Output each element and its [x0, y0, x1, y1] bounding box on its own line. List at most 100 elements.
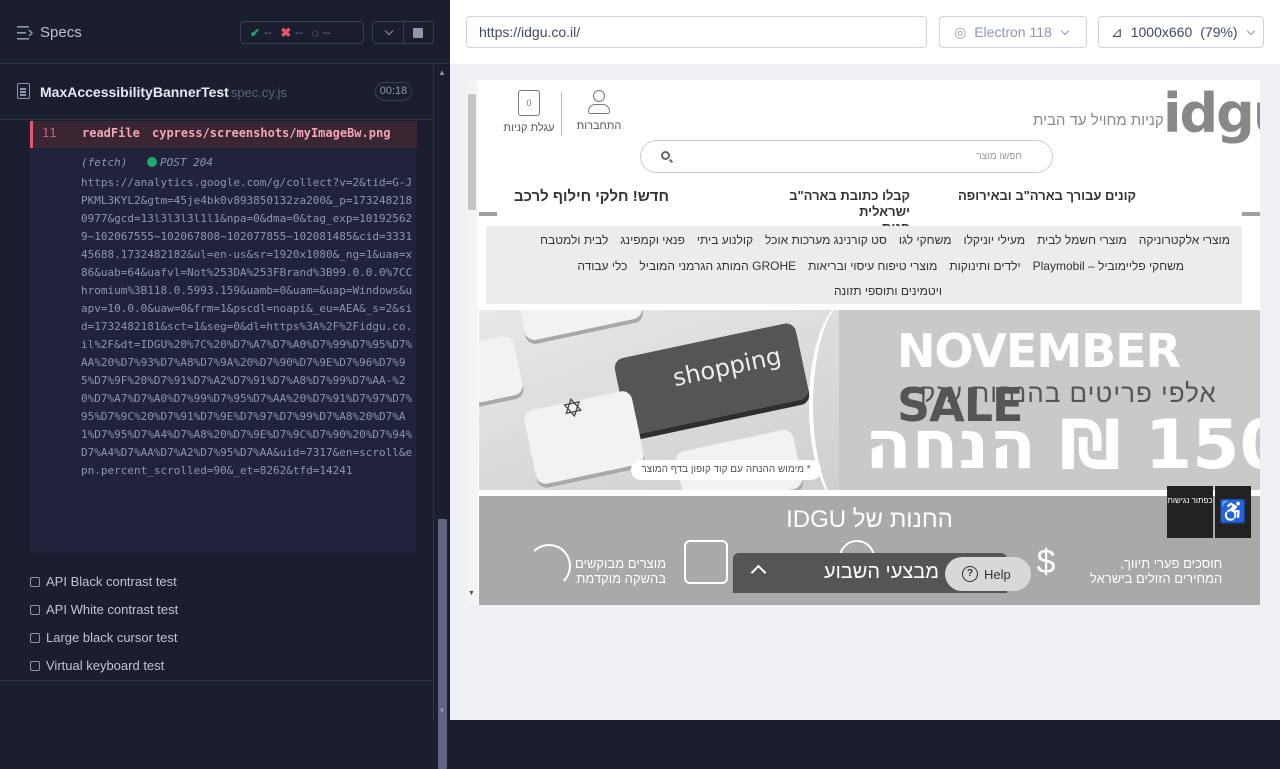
category-link[interactable]: GROHE המותג הגרמני המוביל [639, 259, 796, 273]
category-link[interactable]: משחקי לגו [899, 233, 952, 247]
category-link[interactable]: קולנוע ביתי [697, 233, 753, 247]
site-logo[interactable]: idgu [1163, 82, 1260, 145]
run-controls [372, 21, 434, 44]
cart-button[interactable]: 0 עגלת קניות [501, 90, 557, 134]
promo-link[interactable]: חדש! חלקי חילוף לרכב [514, 188, 669, 205]
feature-text: חוסכים פערי תיווך, המחירים הזולים בישראל [1090, 556, 1222, 586]
divider [0, 680, 432, 681]
category-row: ויטמינים ותוספי תזונה [834, 284, 942, 298]
deals-title: מבצעי השבוע [823, 561, 939, 583]
browser-label: Electron 118 [974, 24, 1052, 40]
app-panel: https://idgu.co.il/ ◎ Electron 118 ⊿ 100… [450, 0, 1280, 720]
site-scrollbar[interactable]: ▼ [466, 80, 478, 605]
command-arg: cypress/screenshots/myImageBw.png [152, 126, 391, 140]
login-label: התחברות [576, 120, 622, 132]
spinner-icon: ◌ [311, 25, 319, 40]
scrollbar-thumb[interactable] [438, 519, 447, 769]
app-under-test-frame: ▼ idgu קניות מחויל עד הבית 0 עגלת קניות … [466, 80, 1260, 605]
test-title: API White contrast test [46, 602, 179, 617]
reporter-scrollbar[interactable]: ▲ ▼ [433, 64, 450, 769]
passed-count: -- [264, 26, 272, 39]
category-link[interactable]: ילדים ותינוקות [949, 259, 1020, 273]
status-dot-icon [147, 157, 157, 167]
site-scrollbar-thumb[interactable] [468, 94, 476, 210]
failed-count: -- [295, 26, 303, 39]
test-status-icon [30, 576, 40, 587]
test-stats: ✔ -- ✖ -- ◌ -- [240, 21, 364, 44]
chevron-down-icon [384, 26, 393, 36]
command-number: 11 [42, 126, 57, 140]
category-link[interactable]: מוצרי חשמל לבית [1037, 233, 1127, 247]
category-row: מוצרי אלקטרוניקה מוצרי חשמל לבית מעילי י… [540, 233, 1230, 247]
feature-line: חוסכים פערי תיווך, [1120, 556, 1223, 571]
category-row: משחקי פליימוביל – Playmobil ילדים ותינוק… [577, 259, 1184, 273]
category-link[interactable]: מוצרי טיפוח עיסוי ובריאות [808, 259, 937, 273]
clock-icon [527, 544, 571, 588]
sale-banner[interactable]: shopping ✡ NOVEMBER SALE אלפי פריטים בהנ… [479, 310, 1260, 490]
user-icon [587, 90, 611, 116]
test-status-icon [30, 632, 40, 643]
category-link[interactable]: מוצרי אלקטרוניקה [1139, 233, 1230, 247]
spec-file-name[interactable]: MaxAccessibilityBannerTest spec.cy.js [40, 84, 287, 100]
menu-icon[interactable] [17, 26, 33, 40]
category-link[interactable]: פנאי וקמפינג [620, 233, 685, 247]
help-label: Help [984, 566, 1011, 582]
chevron-up-icon [750, 564, 767, 581]
site-tagline: קניות מחויל עד הבית [1033, 112, 1164, 129]
test-title: API Black contrast test [46, 574, 177, 589]
viewport-size: 1000x660 [1130, 24, 1193, 40]
chevron-down-icon [1246, 26, 1255, 35]
command-row[interactable]: 11 readFile cypress/screenshots/myImageB… [30, 121, 417, 148]
category-link[interactable]: מעילי יוניקלו [963, 233, 1025, 247]
box-hand-icon [684, 540, 728, 584]
category-link[interactable]: משחקי פליימוביל – Playmobil [1033, 259, 1184, 273]
viewport-zoom: (79%) [1200, 24, 1238, 40]
test-title: Large black cursor test [46, 630, 178, 645]
money-hand-icon: $ [1036, 543, 1056, 581]
test-item[interactable]: Virtual keyboard test [30, 658, 164, 673]
specs-header: Specs ✔ -- ✖ -- ◌ -- [0, 0, 450, 64]
site-search-input[interactable]: חפשו מוצר [640, 140, 1053, 173]
coupon-note: * מימוש ההנחה עם קוד קופון בדף המוצר [631, 460, 821, 480]
divider [1242, 212, 1260, 216]
test-item[interactable]: API White contrast test [30, 602, 178, 617]
url-bar[interactable]: https://idgu.co.il/ [466, 16, 927, 48]
search-icon[interactable] [661, 151, 670, 160]
app-header: https://idgu.co.il/ ◎ Electron 118 ⊿ 100… [450, 0, 1280, 64]
specs-title[interactable]: Specs [40, 24, 82, 41]
accessibility-widget[interactable]: כפתור נגישות ♿ [1167, 486, 1251, 538]
stop-button[interactable] [404, 22, 434, 43]
help-button[interactable]: ? Help [945, 557, 1031, 591]
scroll-down-icon[interactable]: ▼ [468, 590, 475, 597]
sale-discount: עד 1500 ₪ הנחה [865, 406, 1260, 485]
ruler-icon: ⊿ [1111, 23, 1123, 40]
category-link[interactable]: לבית ולמטבח [540, 233, 608, 247]
fetch-log: (fetch) POST 204 https://analytics.googl… [30, 148, 417, 553]
document-icon [17, 83, 30, 99]
category-menu: מוצרי אלקטרוניקה מוצרי חשמל לבית מעילי י… [486, 226, 1242, 304]
promo-link[interactable]: קונים עבורך בארה"ב ובאירופה [958, 188, 1136, 203]
category-link[interactable]: סט קורנינג מערכות אוכל [765, 233, 887, 247]
expand-button[interactable] [373, 22, 404, 43]
category-link[interactable]: כלי עבודה [577, 259, 627, 273]
reporter-panel: Specs ✔ -- ✖ -- ◌ -- MaxAccessibilityBan… [0, 0, 450, 769]
accessibility-label: כפתור נגישות [1167, 486, 1213, 538]
scroll-up-icon[interactable]: ▲ [438, 68, 446, 77]
test-item[interactable]: API Black contrast test [30, 574, 177, 589]
category-link[interactable]: ויטמינים ותוספי תזונה [834, 284, 942, 298]
test-item[interactable]: Large black cursor test [30, 630, 178, 645]
passed-stat: ✔ -- [250, 26, 271, 40]
scroll-down-icon[interactable]: ▼ [438, 706, 446, 715]
shopping-bag-icon: 0 [518, 90, 540, 116]
login-button[interactable]: התחברות [570, 90, 628, 132]
command-name: readFile [82, 126, 140, 140]
promo-line: קבלו כתובת בארה"ב ישראלית [789, 188, 910, 219]
accessibility-icon[interactable]: ♿ [1215, 486, 1251, 538]
viewport-selector[interactable]: ⊿ 1000x660 (79%) [1098, 16, 1264, 48]
stores-title: החנות של IDGU [786, 506, 953, 533]
question-icon: ? [962, 566, 978, 582]
sale-subtitle: אלפי פריטים בהנחות ענק [920, 378, 1217, 408]
browser-selector[interactable]: ◎ Electron 118 [939, 16, 1087, 48]
browser-icon: ◎ [954, 23, 967, 40]
cart-label: עגלת קניות [503, 122, 555, 134]
